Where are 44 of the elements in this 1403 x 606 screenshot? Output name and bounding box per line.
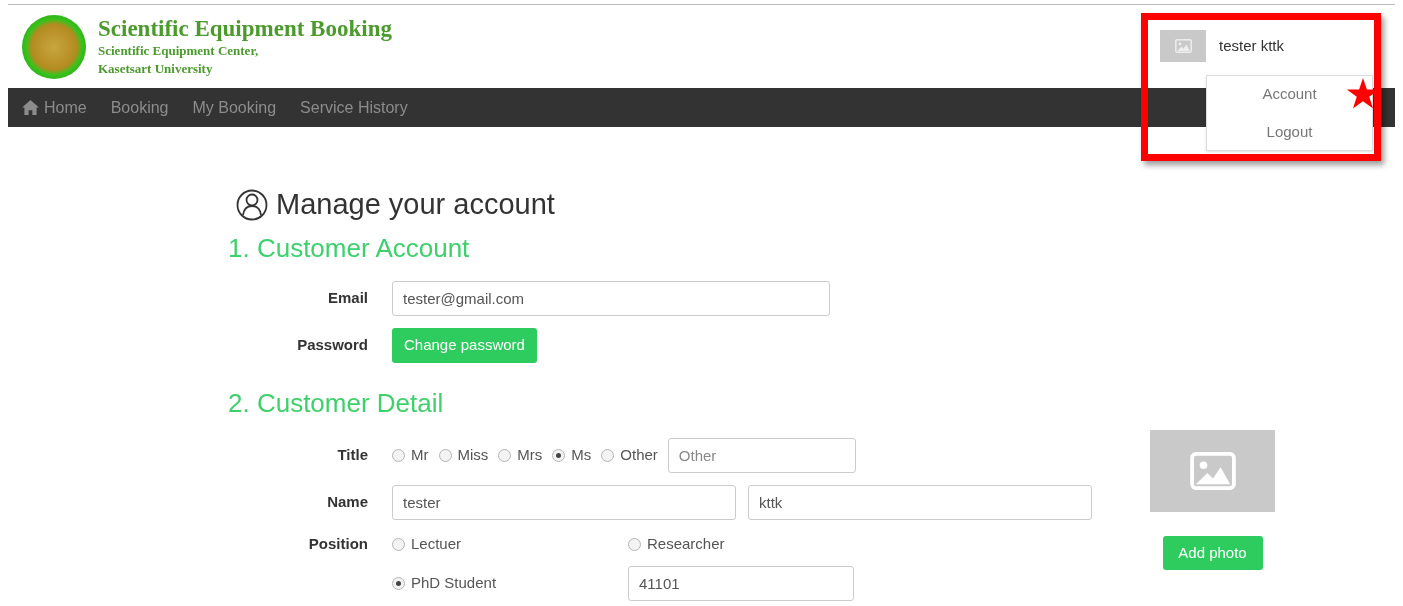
user-icon <box>236 189 268 221</box>
page-title: Manage your account <box>276 187 555 223</box>
radio-label[interactable]: PhD Student <box>411 572 497 595</box>
radio-button[interactable] <box>498 449 512 462</box>
radio-button[interactable] <box>392 537 405 551</box>
radio-button[interactable] <box>392 449 405 462</box>
radio-label[interactable]: Other <box>620 444 658 467</box>
radio-label[interactable]: Miss <box>457 444 489 467</box>
radio-label[interactable]: Researcher <box>647 532 725 556</box>
nav-link[interactable]: My Booking <box>192 95 277 120</box>
nav-link[interactable]: Service History <box>300 95 408 120</box>
email-field[interactable]: tester@gmail.com <box>392 281 830 316</box>
radio-button[interactable] <box>438 449 452 462</box>
nav-link[interactable]: Home <box>22 95 87 120</box>
last-name-field[interactable]: kttk <box>748 485 1092 520</box>
radio-button[interactable] <box>552 449 566 462</box>
radio-label[interactable]: Mrs <box>517 444 543 467</box>
first-name-field[interactable]: tester <box>392 485 736 520</box>
other-title-field[interactable]: Other <box>667 438 856 473</box>
section-heading: 1. Customer Account <box>228 232 471 265</box>
field-label: Position <box>307 534 368 554</box>
field-label: Name <box>326 492 368 513</box>
menu-item[interactable]: Logout <box>1266 123 1313 140</box>
site-title: Scientific Equipment Booking <box>98 15 392 42</box>
image-icon <box>1189 452 1236 490</box>
field-label: Title <box>336 445 368 466</box>
site-subtitle: Kasetsart University <box>98 59 214 78</box>
radio-button[interactable] <box>392 577 405 590</box>
field-label: Password <box>296 335 368 356</box>
section-heading: 2. Customer Detail <box>228 387 445 420</box>
radio-button[interactable] <box>628 537 641 551</box>
field-label: Email <box>326 288 368 309</box>
radio-label[interactable]: Lectuer <box>411 532 462 556</box>
image-icon <box>1174 39 1192 53</box>
site-subtitle: Scientific Equipment Center, <box>98 41 260 60</box>
student-id-field[interactable]: 41101 <box>628 566 854 601</box>
user-name[interactable]: tester kttk <box>1219 34 1285 58</box>
radio-label[interactable]: Mr <box>411 444 429 467</box>
menu-item[interactable]: Account <box>1262 85 1317 102</box>
avatar-placeholder[interactable] <box>1160 30 1206 62</box>
radio-label[interactable]: Ms <box>571 444 592 467</box>
home-icon <box>22 100 39 115</box>
nav-link[interactable]: Booking <box>110 95 169 120</box>
radio-button[interactable] <box>601 449 615 462</box>
